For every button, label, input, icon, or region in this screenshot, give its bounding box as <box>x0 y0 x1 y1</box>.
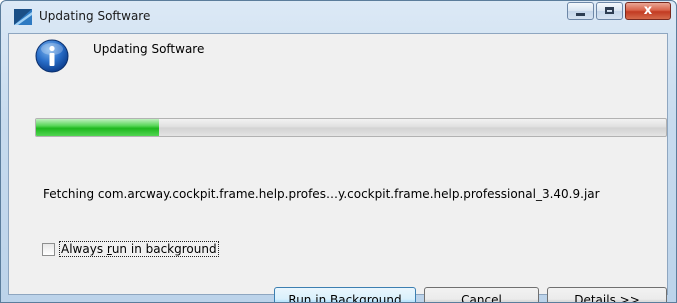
close-icon: x <box>643 3 653 18</box>
maximize-icon <box>605 7 614 14</box>
close-button[interactable]: x <box>625 2 671 20</box>
always-run-in-background-label[interactable]: Always run in background <box>59 241 219 257</box>
cancel-button[interactable]: Cancel <box>424 287 539 302</box>
maximize-button[interactable] <box>596 2 623 20</box>
run-in-background-button[interactable]: Run in Background <box>274 287 416 302</box>
always-run-in-background-checkbox[interactable] <box>42 243 55 256</box>
info-icon <box>35 39 69 73</box>
minimize-icon <box>576 13 585 16</box>
updating-software-dialog: Updating Software x Updating Software Fe… <box>0 0 677 303</box>
details-button[interactable]: Details >> <box>547 287 667 302</box>
status-message: Fetching com.arcway.cockpit.frame.help.p… <box>43 187 600 201</box>
title-bar[interactable]: Updating Software x <box>1 1 676 33</box>
window-title: Updating Software <box>39 9 151 23</box>
dialog-heading: Updating Software <box>93 42 205 56</box>
progress-bar <box>35 118 667 137</box>
minimize-button[interactable] <box>567 2 594 20</box>
progress-bar-fill <box>36 119 160 136</box>
eclipse-app-icon <box>14 9 32 25</box>
dialog-content: Updating Software Fetching com.arcway.co… <box>8 33 668 302</box>
